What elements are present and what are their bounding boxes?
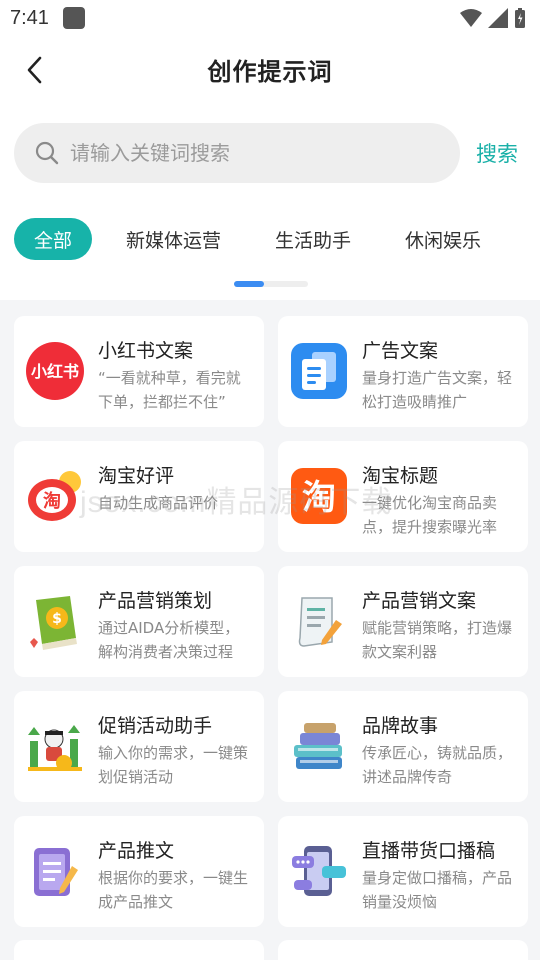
svg-text:$: $ (52, 611, 62, 627)
card-title: 广告文案 (362, 340, 439, 362)
tab-life-assistant[interactable]: 生活助手 (255, 218, 371, 260)
card-title: 产品推文 (98, 840, 175, 862)
search-input[interactable] (70, 141, 430, 165)
battery-icon (515, 8, 525, 28)
status-time: 7:41 (10, 6, 49, 29)
money-book-icon: $ (30, 596, 77, 650)
tab-new-media[interactable]: 新媒体运营 (106, 218, 241, 260)
notepad-pen-icon (34, 848, 78, 896)
svg-text:小红书: 小红书 (31, 362, 79, 381)
scroll-pen-icon (298, 597, 342, 647)
tab-all[interactable]: 全部 (14, 218, 93, 260)
tab-scroll-indicator (234, 281, 308, 287)
document-copy-icon (291, 343, 347, 399)
card-title: 淘宝好评 (98, 465, 175, 487)
prompt-card[interactable]: 品牌故事 传承匠心，铸就品质，讲述品牌传奇 (278, 691, 528, 802)
card-description: 自动生成商品评价 (98, 494, 219, 512)
prompt-card[interactable]: 小红书 小红书文案 “一看就种草，看完就下单，拦都拦不住” (14, 316, 264, 427)
card-description: 通过AIDA分析模型，解构消费者决策过程 (98, 619, 240, 661)
search-box[interactable] (14, 123, 460, 183)
xiaohongshu-icon: 小红书 (26, 342, 84, 400)
wifi-icon (460, 9, 482, 27)
card-description: 根据你的要求，一键生成产品推文 (98, 869, 249, 911)
notification-icon (62, 7, 85, 29)
prompt-card[interactable]: 广告文案 量身打造广告文案，轻松打造吸睛推广 (278, 316, 528, 427)
card-description: 输入你的需求，一键策划促销活动 (98, 744, 249, 786)
status-bar: 7:41 (0, 0, 540, 36)
category-tabs: 全部 新媒体运营 生活助手 休闲娱乐 (14, 218, 515, 260)
page-title: 创作提示词 (207, 57, 333, 86)
phone-chat-icon (292, 846, 346, 896)
book-stack-icon (294, 723, 342, 769)
card-title: 直播带货口播稿 (362, 840, 496, 862)
prompt-grid: 小红书 小红书文案 “一看就种草，看完就下单，拦都拦不住” 广告文案 量身打造广… (14, 316, 530, 927)
taobao-sun-icon: 淘 (28, 471, 81, 521)
card-description: 量身定做口播稿，产品销量没烦恼 (362, 869, 513, 911)
prompt-card[interactable]: 产品营销文案 赋能营销策略，打造爆款文案利器 (278, 566, 528, 677)
tab-scroll-thumb (234, 281, 264, 287)
prompt-card[interactable]: 淘 淘宝标题 一键优化淘宝商品卖点，提升搜索曝光率 (278, 441, 528, 552)
prompt-card[interactable]: 促销活动助手 输入你的需求，一键策划促销活动 (14, 691, 264, 802)
search-icon (35, 141, 59, 165)
card-title: 淘宝标题 (362, 465, 439, 487)
tab-leisure[interactable]: 休闲娱乐 (385, 218, 501, 260)
svg-text:淘: 淘 (302, 478, 336, 518)
growth-chart-icon (28, 725, 82, 771)
card-description: 一键优化淘宝商品卖点，提升搜索曝光率 (362, 494, 498, 536)
back-button[interactable] (14, 50, 54, 90)
prompt-card[interactable]: 直播带货口播稿 量身定做口播稿，产品销量没烦恼 (278, 816, 528, 927)
prompt-card[interactable]: 产品推文 根据你的要求，一键生成产品推文 (14, 816, 264, 927)
prompt-card-partial[interactable] (14, 940, 264, 960)
card-title: 产品营销文案 (362, 590, 477, 612)
card-title: 促销活动助手 (98, 715, 213, 737)
prompt-card[interactable]: 淘 淘宝好评 自动生成商品评价 (14, 441, 264, 552)
app-bar: 创作提示词 (0, 36, 540, 102)
card-description: 赋能营销策略，打造爆款文案利器 (362, 619, 513, 661)
signal-icon (488, 8, 508, 28)
card-title: 小红书文案 (98, 340, 194, 362)
taobao-icon: 淘 (291, 468, 347, 524)
card-description: 量身打造广告文案，轻松打造吸睛推广 (362, 369, 513, 411)
card-description: “一看就种草，看完就下单，拦都拦不住” (98, 369, 241, 411)
prompt-card-partial[interactable] (278, 940, 528, 960)
card-title: 品牌故事 (362, 715, 439, 737)
svg-text:淘: 淘 (43, 490, 61, 512)
card-description: 传承匠心，铸就品质，讲述品牌传奇 (362, 744, 513, 786)
chevron-left-icon (27, 56, 42, 84)
prompt-card[interactable]: $ 产品营销策划 通过AIDA分析模型，解构消费者决策过程 (14, 566, 264, 677)
card-title: 产品营销策划 (98, 590, 213, 612)
search-section: 搜索 全部 新媒体运营 生活助手 休闲娱乐 (0, 102, 540, 300)
search-button[interactable]: 搜索 (476, 138, 518, 168)
